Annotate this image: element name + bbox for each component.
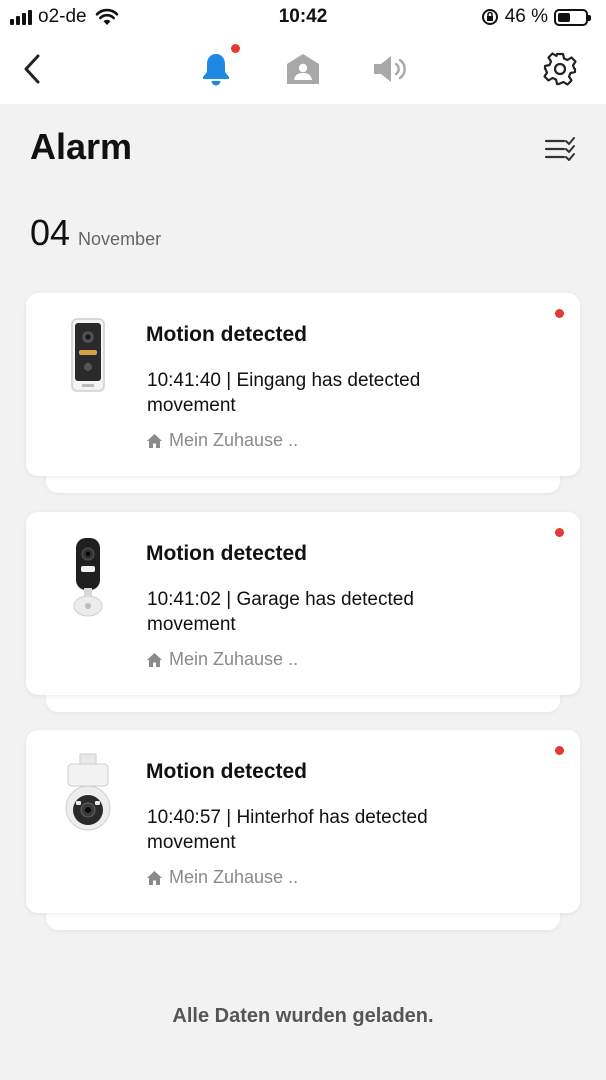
alarm-card[interactable]: Motion detected 10:40:57 | Hinterhof has… [26,730,580,913]
date-month: November [78,229,162,249]
location-label: Mein Zuhause .. [169,649,299,669]
tab-sound[interactable] [361,34,421,104]
date-header: 04 November [30,212,161,254]
alarm-list-item: Motion detected 10:41:02 | Garage has de… [26,512,580,712]
battery-percent: 46 % [504,6,548,27]
filter-button[interactable] [540,132,580,168]
speaker-icon [374,56,406,82]
date-day: 04 [30,212,71,253]
back-chevron-icon [24,54,40,84]
page-title: Alarm [30,126,133,167]
battery-icon [554,8,591,26]
gear-icon [543,52,577,86]
unread-dot [555,309,564,318]
doorbell-camera-icon [71,318,105,392]
notification-dot [231,44,240,53]
settings-button[interactable] [530,34,590,104]
list-check-icon [544,137,575,161]
alarm-location: Mein Zuhause .. [146,867,298,888]
alarm-title: Motion detected [146,323,307,346]
home-user-icon [287,54,319,84]
pan-tilt-camera-icon [65,753,111,831]
back-button[interactable] [2,34,62,104]
bell-icon [203,54,229,86]
home-icon [147,433,162,448]
unread-dot [555,746,564,755]
bullet-camera-icon [73,538,103,617]
nav-bar [0,34,606,104]
alarm-list-item: Motion detected 10:41:40 | Eingang has d… [26,293,580,493]
alarm-list-item: Motion detected 10:40:57 | Hinterhof has… [26,730,580,930]
alarm-title: Motion detected [146,760,307,783]
location-label: Mein Zuhause .. [169,430,299,450]
load-status-text: Alle Daten wurden geladen. [172,1005,434,1027]
alarm-location: Mein Zuhause .. [146,649,298,670]
alarm-card[interactable]: Motion detected 10:41:02 | Garage has de… [26,512,580,695]
unread-dot [555,528,564,537]
home-icon [147,870,162,885]
alarm-description: 10:41:40 | Eingang has detected movement [147,370,421,416]
tab-home[interactable] [273,34,333,104]
status-bar: o2-de 10:42 46 % [0,0,606,34]
alarm-location: Mein Zuhause .. [146,430,298,451]
home-icon [147,652,162,667]
status-right: 46 % [481,6,591,28]
location-label: Mein Zuhause .. [169,867,299,887]
orientation-lock-icon [481,9,498,25]
alarm-description: 10:40:57 | Hinterhof has detected moveme… [147,807,428,853]
alarm-card[interactable]: Motion detected 10:41:40 | Eingang has d… [26,293,580,476]
tab-alarms[interactable] [186,34,246,104]
alarm-description: 10:41:02 | Garage has detected movement [147,589,414,635]
alarm-title: Motion detected [146,542,307,565]
